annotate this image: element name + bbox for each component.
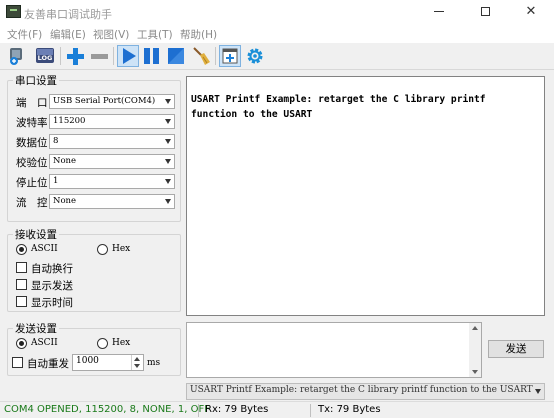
chevron-down-icon <box>165 199 171 204</box>
interval-value: 1000 <box>76 356 99 366</box>
show-send-label: 显示发送 <box>31 280 73 292</box>
chevron-down-icon <box>165 119 171 124</box>
send-button[interactable]: 发送 <box>488 340 544 358</box>
menu-file[interactable]: 文件(F) <box>7 27 42 42</box>
menu-help[interactable]: 帮助(H) <box>180 27 217 42</box>
send-ascii-label: ASCII <box>31 338 58 348</box>
flow-value: None <box>53 196 77 206</box>
toolbar: LOG <box>0 43 554 70</box>
send-scrollbar[interactable] <box>469 323 481 377</box>
baud-value: 115200 <box>53 116 86 126</box>
flow-label: 流 控 <box>16 197 48 209</box>
toolbar-separator <box>215 47 216 65</box>
tx-count: Tx: 79 Bytes <box>318 404 381 415</box>
chevron-down-icon <box>165 159 171 164</box>
toolbar-separator <box>113 47 114 65</box>
chevron-down-icon <box>535 389 541 394</box>
minimize-button[interactable] <box>416 0 462 25</box>
title-bar: 友善串口调试助手 ✕ <box>0 0 554 25</box>
clear-broom-icon[interactable] <box>190 45 212 67</box>
close-button[interactable]: ✕ <box>508 0 554 25</box>
send-hex-label: Hex <box>112 338 131 348</box>
port-value: USB Serial Port(COM4) <box>53 96 156 106</box>
auto-resend-label: 自动重发 <box>27 358 69 370</box>
receive-settings-title: 接收设置 <box>13 227 59 242</box>
chevron-down-icon <box>165 99 171 104</box>
play-icon[interactable] <box>117 45 139 67</box>
status-separator <box>310 404 311 417</box>
scroll-down-icon[interactable] <box>472 370 478 374</box>
databits-select[interactable]: 8 <box>49 134 175 149</box>
send-text-area[interactable] <box>186 322 482 378</box>
menu-edit[interactable]: 编辑(E) <box>50 27 86 42</box>
minimize-icon <box>434 11 444 12</box>
send-settings-title: 发送设置 <box>13 321 59 336</box>
serial-settings-title: 串口设置 <box>13 73 59 88</box>
send-ascii-radio[interactable] <box>16 338 27 349</box>
stepper-up-icon[interactable] <box>134 357 140 361</box>
stopbits-select[interactable]: 1 <box>49 174 175 189</box>
status-bar: COM4 OPENED, 115200, 8, NONE, 1, OFF Rx:… <box>0 401 554 418</box>
log-icon[interactable]: LOG <box>34 45 56 67</box>
port-status: COM4 OPENED, 115200, 8, NONE, 1, OFF <box>4 404 210 415</box>
interval-stepper[interactable]: 1000 <box>72 354 144 371</box>
menu-view[interactable]: 视图(V) <box>93 27 129 42</box>
receive-hex-label: Hex <box>112 244 131 254</box>
databits-value: 8 <box>53 136 59 146</box>
log-icon-text: LOG <box>38 54 53 62</box>
send-hex-radio[interactable] <box>97 338 108 349</box>
app-icon <box>6 5 21 18</box>
maximize-icon <box>480 7 490 16</box>
databits-label: 数据位 <box>16 137 48 149</box>
receive-hex-radio[interactable] <box>97 244 108 255</box>
stepper-down-icon[interactable] <box>134 364 140 368</box>
parity-select[interactable]: None <box>49 154 175 169</box>
flow-select[interactable]: None <box>49 194 175 209</box>
baud-label: 波特率 <box>16 117 48 129</box>
stop-icon[interactable] <box>165 45 187 67</box>
show-time-checkbox[interactable] <box>16 296 27 307</box>
scroll-up-icon[interactable] <box>472 326 478 330</box>
send-history-value: USART Printf Example: retarget the C lib… <box>190 385 533 395</box>
chevron-down-icon <box>165 179 171 184</box>
port-select[interactable]: USB Serial Port(COM4) <box>49 94 175 109</box>
interval-unit: ms <box>147 358 161 368</box>
stopbits-label: 停止位 <box>16 177 48 189</box>
stepper-buttons[interactable] <box>131 355 143 370</box>
stopbits-value: 1 <box>53 176 59 186</box>
auto-wrap-label: 自动换行 <box>31 263 73 275</box>
menu-tools[interactable]: 工具(T) <box>137 27 173 42</box>
send-history-select[interactable]: USART Printf Example: retarget the C lib… <box>186 383 545 400</box>
app-window: 友善串口调试助手 ✕ 文件(F) 编辑(E) 视图(V) 工具(T) 帮助(H)… <box>0 0 554 418</box>
pause-icon[interactable] <box>141 45 163 67</box>
auto-wrap-checkbox[interactable] <box>16 262 27 273</box>
status-separator <box>198 404 199 417</box>
receive-text: USART Printf Example: retarget the C lib… <box>191 94 486 120</box>
auto-resend-checkbox[interactable] <box>12 357 23 368</box>
parity-value: None <box>53 156 77 166</box>
add-icon[interactable] <box>64 45 86 67</box>
gear-icon[interactable] <box>244 45 266 67</box>
settings-plus-icon[interactable] <box>6 45 28 67</box>
receive-ascii-radio[interactable] <box>16 244 27 255</box>
remove-icon[interactable] <box>88 45 110 67</box>
baud-select[interactable]: 115200 <box>49 114 175 129</box>
show-send-checkbox[interactable] <box>16 279 27 290</box>
receive-text-area[interactable]: USART Printf Example: retarget the C lib… <box>186 76 545 316</box>
toolbar-separator <box>60 47 61 65</box>
rx-count: Rx: 79 Bytes <box>205 404 269 415</box>
parity-label: 校验位 <box>16 157 48 169</box>
menu-bar: 文件(F) 编辑(E) 视图(V) 工具(T) 帮助(H) <box>0 25 554 43</box>
maximize-button[interactable] <box>462 0 508 25</box>
show-time-label: 显示时间 <box>31 297 73 309</box>
new-window-icon[interactable] <box>219 45 241 67</box>
port-label: 端 口 <box>16 97 48 109</box>
chevron-down-icon <box>165 139 171 144</box>
window-title: 友善串口调试助手 <box>24 8 112 21</box>
receive-ascii-label: ASCII <box>31 244 58 254</box>
